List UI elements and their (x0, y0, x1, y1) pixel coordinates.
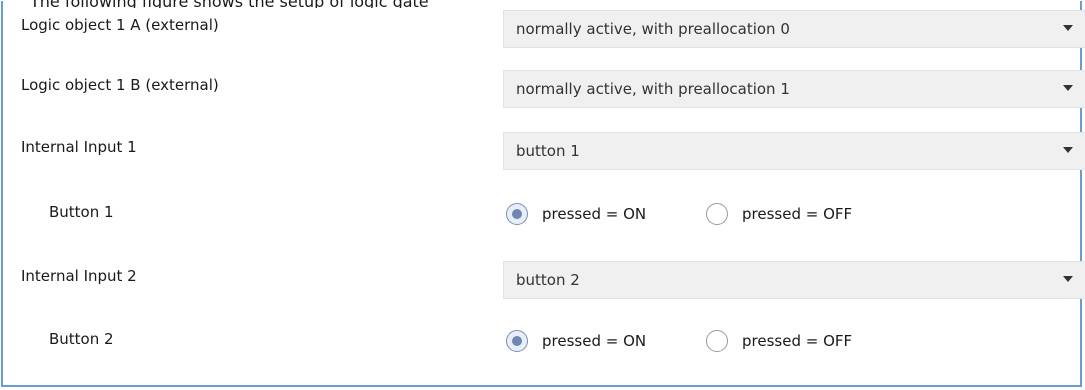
radio-label: pressed = ON (542, 332, 647, 350)
logic-object-b-label: Logic object 1 B (external) (21, 76, 219, 94)
internal-input-2-select[interactable]: button 2 (503, 261, 1085, 299)
row-internal-input-1: Internal Input 1 button 1 (3, 125, 1085, 170)
internal-input-2-value: button 2 (516, 271, 580, 289)
button-2-label: Button 2 (49, 330, 114, 348)
button-1-label: Button 1 (49, 203, 114, 221)
radio-label: pressed = OFF (742, 332, 853, 350)
internal-input-2-label: Internal Input 2 (21, 267, 137, 285)
row-button-1: Button 1 pressed = ON pressed = OFF (3, 190, 1084, 234)
parameter-panel: Logic object 1 A (external) normally act… (1, 1, 1085, 387)
radio-label: pressed = ON (542, 205, 647, 223)
radio-button-icon (506, 330, 528, 352)
radio-button-icon (706, 330, 728, 352)
chevron-down-icon (1063, 276, 1073, 282)
radio-button-icon (706, 203, 728, 225)
logic-object-a-select[interactable]: normally active, with preallocation 0 (503, 10, 1085, 48)
logic-object-b-select[interactable]: normally active, with preallocation 1 (503, 70, 1085, 108)
row-internal-input-2: Internal Input 2 button 2 (3, 254, 1085, 299)
radio-label: pressed = OFF (742, 205, 853, 223)
chevron-down-icon (1063, 25, 1073, 31)
logic-object-a-label: Logic object 1 A (external) (21, 16, 219, 34)
logic-object-b-value: normally active, with preallocation 1 (516, 80, 790, 98)
row-logic-object-b: Logic object 1 B (external) normally act… (3, 63, 1085, 108)
row-button-2: Button 2 pressed = ON pressed = OFF (3, 317, 1084, 361)
row-logic-object-a: Logic object 1 A (external) normally act… (3, 3, 1085, 48)
radio-button-icon (506, 203, 528, 225)
internal-input-1-value: button 1 (516, 142, 580, 160)
internal-input-1-select[interactable]: button 1 (503, 132, 1085, 170)
internal-input-1-label: Internal Input 1 (21, 138, 137, 156)
chevron-down-icon (1063, 147, 1073, 153)
logic-object-a-value: normally active, with preallocation 0 (516, 20, 790, 38)
chevron-down-icon (1063, 85, 1073, 91)
